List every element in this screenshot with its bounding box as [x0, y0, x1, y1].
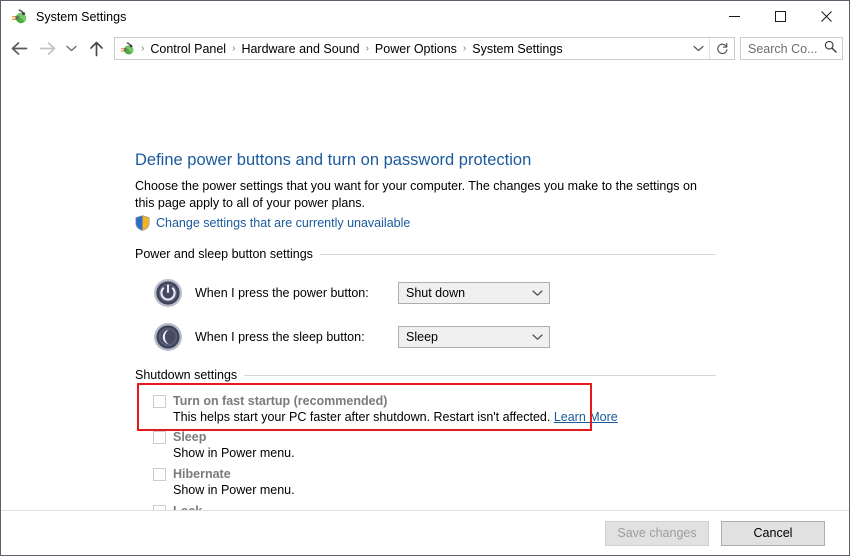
hibernate-description: Show in Power menu.	[173, 483, 295, 497]
recent-locations-chevron-icon[interactable]	[61, 36, 82, 62]
checkbox-row-fast-startup: Turn on fast startup (recommended) This …	[153, 393, 618, 426]
fast-startup-description: This helps start your PC faster after sh…	[153, 409, 618, 426]
search-placeholder: Search Co...	[748, 41, 818, 56]
breadcrumb-power-options[interactable]: Power Options	[373, 42, 459, 56]
cancel-button[interactable]: Cancel	[721, 520, 825, 546]
learn-more-link[interactable]: Learn More	[554, 410, 618, 424]
group-header-divider	[244, 374, 716, 376]
window-controls	[711, 1, 849, 32]
chevron-down-icon[interactable]	[532, 330, 543, 344]
sleep-button-setting-row: When I press the sleep button: Sleep	[153, 322, 550, 352]
fast-startup-texts: Turn on fast startup (recommended) This …	[173, 393, 618, 426]
breadcrumb-separator: ›	[232, 42, 236, 54]
group-header-shutdown: Shutdown settings	[135, 368, 716, 382]
power-plug-icon	[10, 8, 28, 26]
sleep-checkbox[interactable]	[153, 431, 166, 444]
checkbox-row-lock: Lock Show in account picture menu.	[153, 503, 344, 510]
page-title: Define power buttons and turn on passwor…	[135, 151, 532, 169]
lock-label[interactable]: Lock	[173, 503, 344, 510]
power-button-label: When I press the power button:	[195, 286, 369, 300]
minimize-button[interactable]	[711, 1, 757, 32]
chevron-down-icon[interactable]	[687, 38, 709, 59]
sleep-button-action-select[interactable]: Sleep	[398, 326, 550, 348]
change-settings-row[interactable]: Change settings that are currently unava…	[135, 215, 410, 231]
power-button-icon	[153, 278, 183, 308]
system-settings-window: System Settings › Control Panel › Hardwa…	[0, 0, 850, 556]
power-button-setting-row: When I press the power button: Shut down	[153, 278, 550, 308]
breadcrumb-system-settings[interactable]: System Settings	[470, 42, 564, 56]
breadcrumb-control-panel[interactable]: Control Panel	[148, 42, 228, 56]
power-plug-icon	[119, 41, 135, 57]
breadcrumb-separator: ›	[365, 42, 369, 54]
address-bar[interactable]: › Control Panel › Hardware and Sound › P…	[114, 37, 735, 60]
group-header-power-sleep: Power and sleep button settings	[135, 247, 716, 261]
back-arrow-icon[interactable]	[5, 36, 33, 62]
title-bar-left: System Settings	[1, 8, 126, 26]
breadcrumb-separator: ›	[141, 42, 145, 54]
window-title: System Settings	[36, 9, 127, 24]
sleep-moon-icon	[153, 322, 183, 352]
navigation-bar: › Control Panel › Hardware and Sound › P…	[1, 32, 849, 65]
search-icon[interactable]	[824, 40, 837, 58]
sleep-description: Show in Power menu.	[173, 446, 295, 460]
sleep-button-label: When I press the sleep button:	[195, 330, 365, 344]
hibernate-texts: Hibernate Show in Power menu.	[173, 466, 295, 499]
up-arrow-icon[interactable]	[82, 36, 110, 62]
page-description: Choose the power settings that you want …	[135, 179, 697, 210]
power-button-action-select[interactable]: Shut down	[398, 282, 550, 304]
checkbox-row-sleep: Sleep Show in Power menu.	[153, 429, 295, 462]
breadcrumb-separator: ›	[462, 42, 467, 54]
change-settings-link[interactable]: Change settings that are currently unava…	[156, 216, 410, 230]
sleep-button-action-value: Sleep	[406, 330, 438, 344]
hibernate-label[interactable]: Hibernate	[173, 466, 295, 482]
forward-arrow-icon	[33, 36, 61, 62]
power-button-action-value: Shut down	[406, 286, 466, 300]
chevron-down-icon[interactable]	[532, 286, 543, 300]
sleep-texts: Sleep Show in Power menu.	[173, 429, 295, 462]
group-header-divider	[319, 253, 716, 255]
address-bar-actions	[687, 38, 734, 59]
save-changes-button[interactable]: Save changes	[605, 520, 709, 546]
footer-button-bar: Save changes Cancel	[1, 510, 849, 555]
close-button[interactable]	[803, 1, 849, 32]
hibernate-checkbox[interactable]	[153, 468, 166, 481]
lock-texts: Lock Show in account picture menu.	[173, 503, 344, 510]
fast-startup-checkbox[interactable]	[153, 395, 166, 408]
sleep-label[interactable]: Sleep	[173, 429, 295, 445]
maximize-button[interactable]	[757, 1, 803, 32]
breadcrumb-hardware-and-sound[interactable]: Hardware and Sound	[239, 42, 361, 56]
refresh-icon[interactable]	[709, 38, 734, 59]
checkbox-row-hibernate: Hibernate Show in Power menu.	[153, 466, 295, 499]
search-input[interactable]: Search Co...	[740, 37, 843, 60]
group-header-label: Power and sleep button settings	[135, 247, 313, 261]
fast-startup-description-text: This helps start your PC faster after sh…	[173, 410, 551, 424]
group-header-label: Shutdown settings	[135, 368, 238, 382]
shield-icon	[135, 215, 150, 231]
lock-checkbox[interactable]	[153, 505, 166, 510]
title-bar: System Settings	[1, 1, 849, 32]
content-area: Define power buttons and turn on passwor…	[1, 65, 849, 510]
fast-startup-label[interactable]: Turn on fast startup (recommended)	[173, 393, 618, 409]
